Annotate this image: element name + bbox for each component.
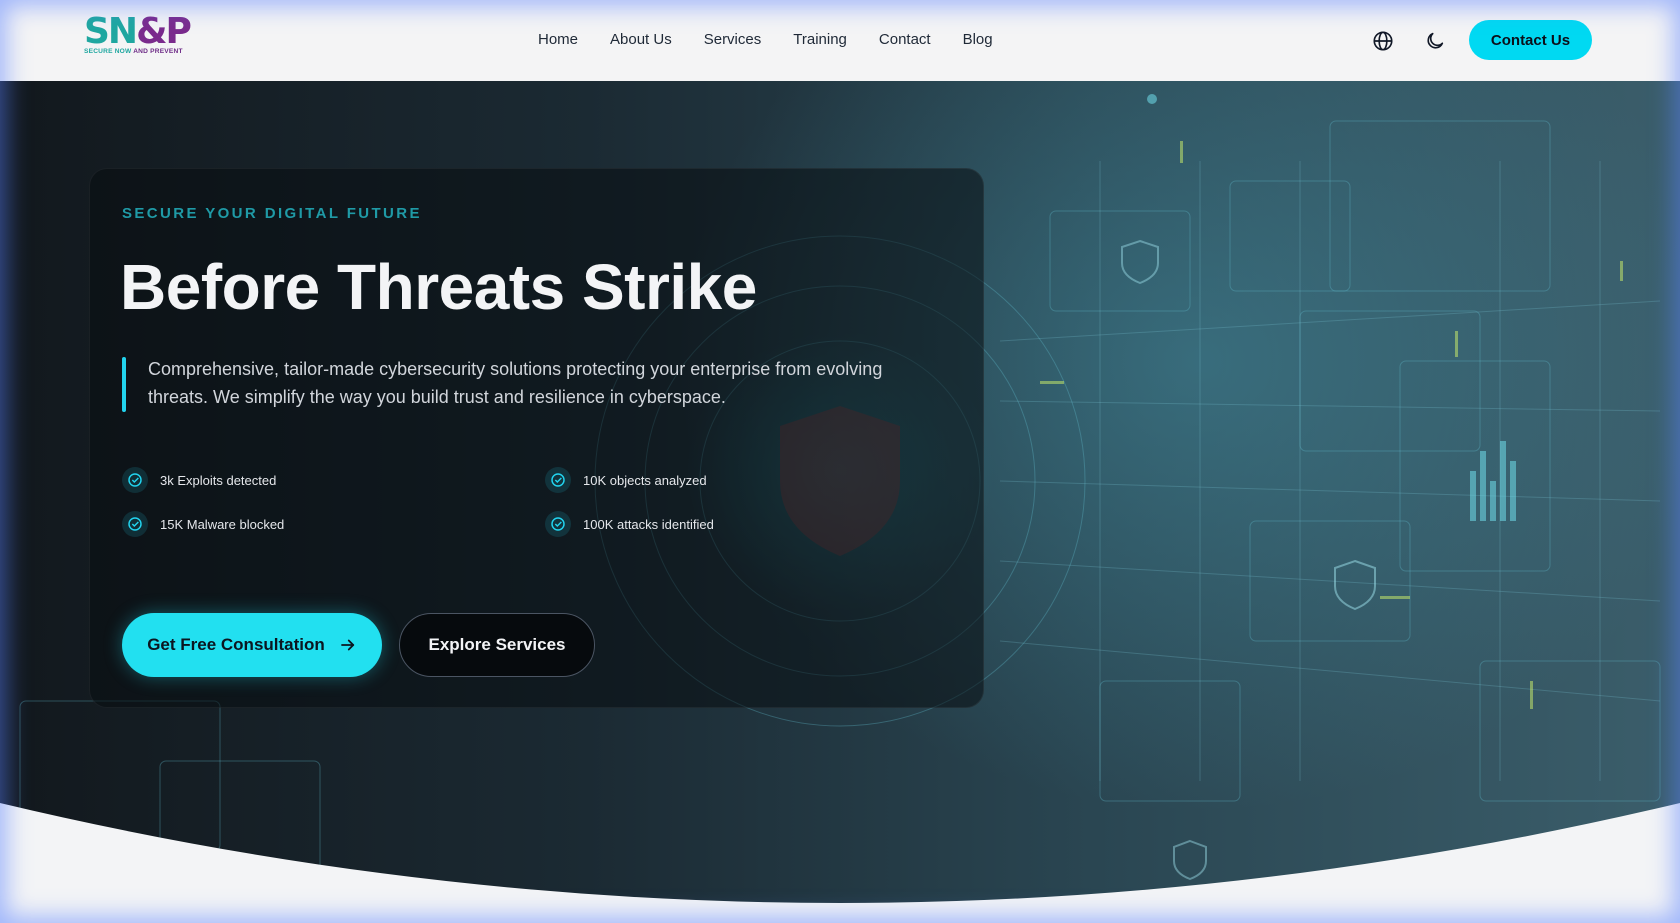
stat-item: 10K objects analyzed [545, 467, 707, 493]
site-header: SN&P SECURE NOW AND PREVENT Home About U… [0, 0, 1680, 81]
get-free-consultation-button[interactable]: Get Free Consultation [122, 613, 382, 677]
stat-label: 100K attacks identified [583, 516, 714, 532]
logo[interactable]: SN&P SECURE NOW AND PREVENT [84, 11, 192, 60]
check-circle-icon [122, 511, 148, 537]
stat-label: 15K Malware blocked [160, 516, 285, 532]
logo-wordmark-part1: SN [84, 11, 138, 52]
moon-icon [1427, 32, 1444, 49]
get-free-consultation-label: Get Free Consultation [147, 635, 325, 654]
stat-item: 15K Malware blocked [122, 511, 284, 537]
stat-label: 3k Exploits detected [160, 472, 277, 488]
logo-wordmark: SN&P [84, 11, 192, 52]
lead-accent-bar [122, 357, 126, 412]
explore-services-button[interactable]: Explore Services [399, 613, 595, 677]
hero-eyebrow: SECURE YOUR DIGITAL FUTURE [122, 205, 422, 222]
check-circle-icon [122, 467, 148, 493]
hero-section: SECURE YOUR DIGITAL FUTURE Before Threat… [0, 81, 1680, 923]
theme-toggle-button[interactable] [1420, 26, 1450, 56]
hero-card: SECURE YOUR DIGITAL FUTURE Before Threat… [89, 168, 984, 708]
hero-title: Before Threats Strike [120, 251, 757, 323]
check-circle-icon [545, 467, 571, 493]
stat-item: 3k Exploits detected [122, 467, 276, 493]
logo-tagline: SECURE NOW AND PREVENT [84, 48, 184, 55]
stat-label: 10K objects analyzed [583, 472, 707, 488]
main-nav: Home About Us Services Training Contact … [538, 30, 993, 50]
logo-tagline-part2: AND PREVENT [133, 48, 183, 55]
hero-bottom-curve [0, 803, 1680, 923]
nav-item-home[interactable]: Home [538, 30, 578, 50]
logo-tagline-part1: SECURE NOW [84, 48, 134, 55]
hero-description: Comprehensive, tailor-made cybersecurity… [148, 359, 883, 407]
arrow-right-icon [340, 639, 354, 651]
logo-wordmark-part2: &P [136, 11, 192, 52]
language-button[interactable] [1368, 26, 1398, 56]
check-circle-icon [545, 511, 571, 537]
stat-item: 100K attacks identified [545, 511, 714, 537]
nav-item-contact[interactable]: Contact [879, 30, 931, 50]
nav-item-blog[interactable]: Blog [963, 30, 993, 50]
nav-item-services[interactable]: Services [704, 30, 762, 50]
nav-item-about-us[interactable]: About Us [610, 30, 672, 50]
globe-icon [1373, 31, 1393, 51]
nav-item-training[interactable]: Training [793, 30, 847, 50]
contact-us-button[interactable]: Contact Us [1469, 20, 1592, 60]
